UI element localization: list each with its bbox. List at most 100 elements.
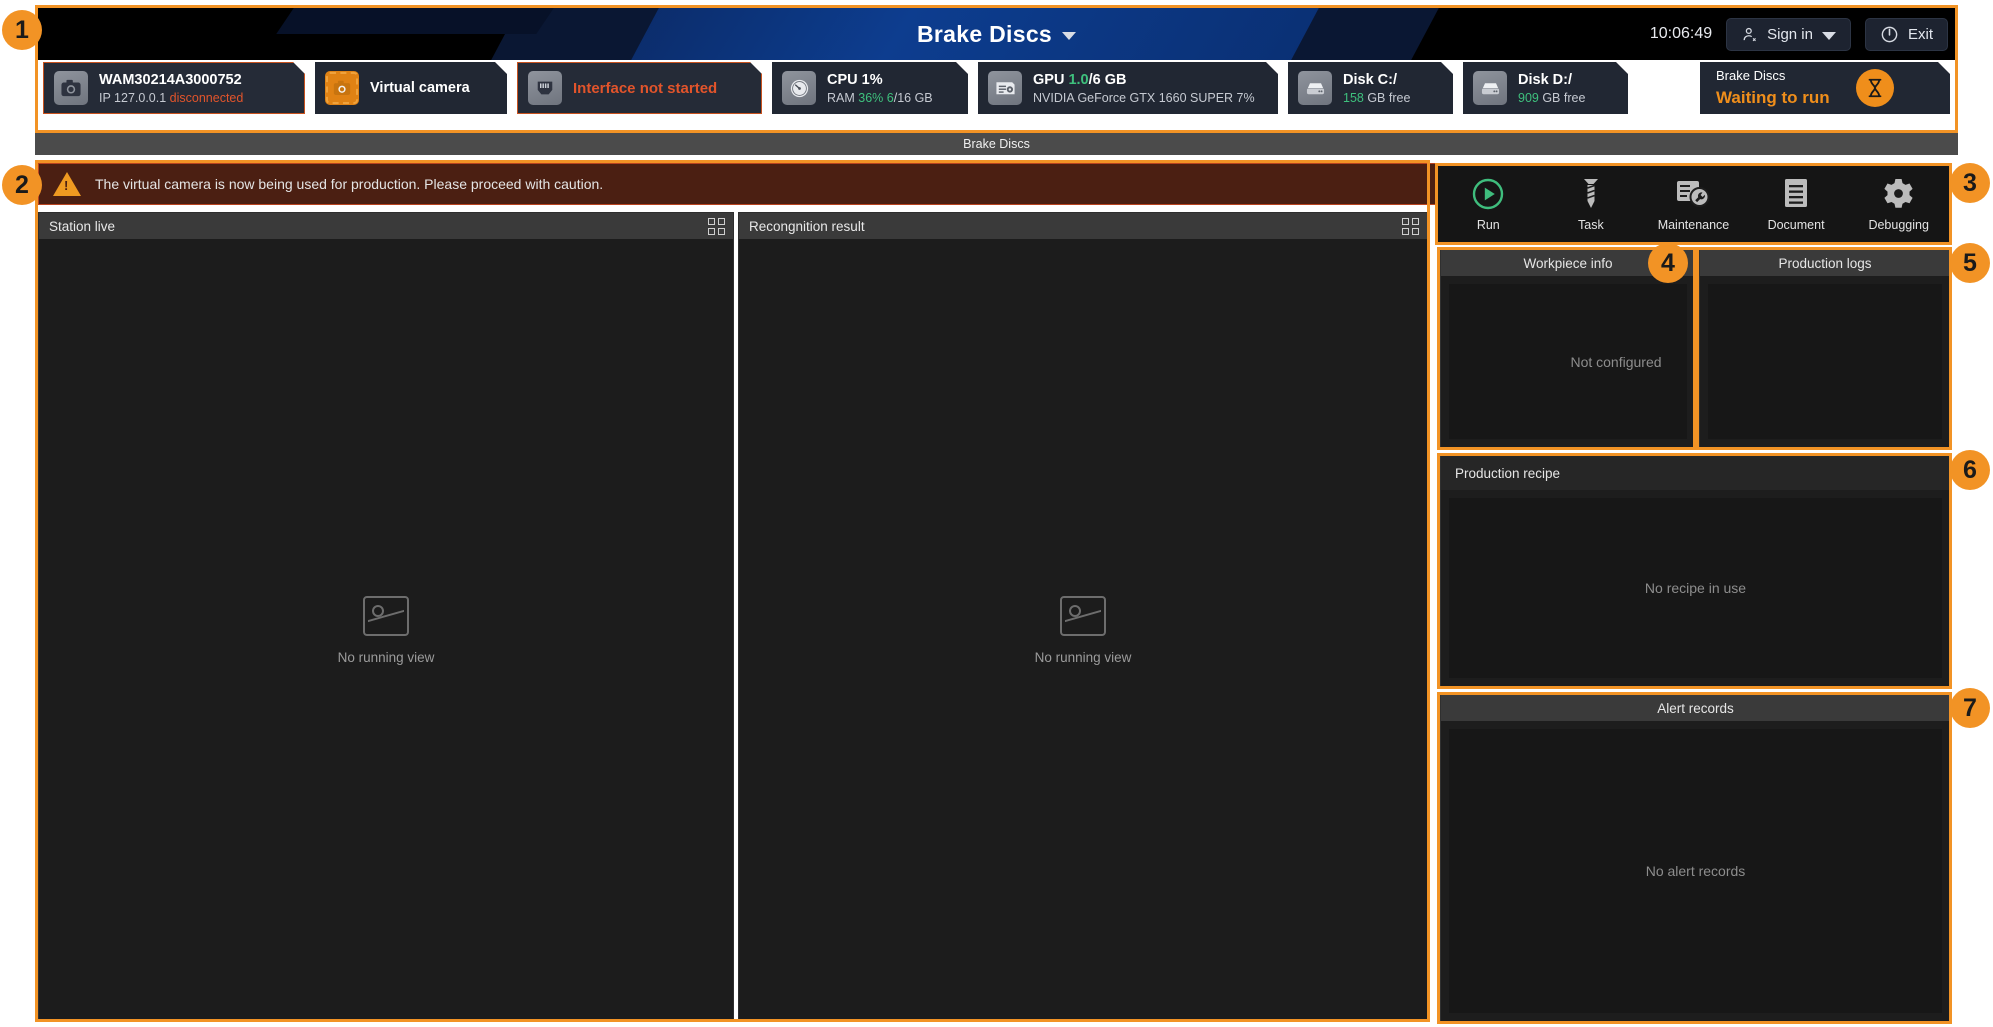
alert-records-body[interactable]: No alert records	[1449, 729, 1942, 1013]
document-icon	[1782, 177, 1810, 211]
status-card-disk-d[interactable]: Disk D:/ 909 GB free	[1463, 62, 1628, 114]
status-card-disk-c-text: Disk C:/ 158 GB free	[1343, 72, 1410, 105]
exit-label: Exit	[1907, 25, 1933, 43]
status-card-camera-text: WAM30214A3000752 IP 127.0.0.1 disconnect…	[99, 72, 243, 105]
status-card-gpu[interactable]: GPU 1.0/6 GB NVIDIA GeForce GTX 1660 SUP…	[978, 62, 1278, 114]
sign-in-label: Sign in	[1767, 25, 1813, 43]
gpu-memory-label: GPU 1.0/6 GB	[1033, 72, 1255, 88]
sign-in-chevron-down-icon[interactable]	[1821, 32, 1836, 40]
warning-text: The virtual camera is now being used for…	[95, 176, 604, 192]
production-logs-body[interactable]	[1708, 284, 1942, 439]
callout-5: 5	[1950, 243, 1990, 283]
interface-status-label: Interface not started	[573, 79, 718, 97]
header-actions: 10:06:49 Sign in Exit	[1650, 8, 1948, 60]
sign-in-button[interactable]: Sign in	[1726, 17, 1851, 51]
toolbar-item-debugging[interactable]: Debugging	[1847, 177, 1950, 232]
station-live-header: Station live	[39, 213, 733, 239]
page-title: Brake Discs	[917, 20, 1052, 47]
alert-records-title: Alert records	[1657, 700, 1734, 716]
application-window: Brake Discs 10:06:49 Sign in Exit WAM302…	[0, 0, 1993, 1027]
power-icon	[1881, 26, 1898, 42]
run-state-project: Brake Discs	[1716, 68, 1786, 83]
device-status-bar: WAM30214A3000752 IP 127.0.0.1 disconnect…	[43, 62, 1950, 114]
alert-records-header: Alert records	[1441, 695, 1950, 721]
callout-1: 1	[2, 10, 42, 50]
callout-2: 2	[2, 165, 42, 205]
virtual-camera-label: Virtual camera	[370, 80, 470, 96]
clock-label: 10:06:49	[1649, 25, 1713, 42]
production-logs-header: Production logs	[1700, 250, 1950, 276]
camera-serial: WAM30214A3000752	[99, 71, 242, 88]
callout-3: 3	[1950, 163, 1990, 203]
status-card-virtual-camera-text: Virtual camera	[370, 80, 470, 96]
ram-percent: 36%	[858, 90, 884, 105]
status-card-interface[interactable]: Interface not started	[517, 62, 762, 114]
status-card-virtual-camera[interactable]: Virtual camera	[315, 62, 507, 114]
gpu-model-label: NVIDIA GeForce GTX 1660 SUPER 7%	[1033, 90, 1255, 105]
production-recipe-body[interactable]: No recipe in use	[1449, 498, 1942, 678]
cpu-usage-label: CPU 1%	[827, 71, 883, 88]
workpiece-info-body[interactable]: Not configured	[1449, 284, 1687, 439]
virtual-camera-icon	[325, 71, 359, 105]
camera-icon	[54, 71, 88, 105]
station-live-empty-text: No running view	[337, 649, 435, 665]
image-placeholder-icon	[363, 595, 409, 636]
breadcrumb: Brake Discs	[35, 133, 1958, 155]
toolbar-item-maintenance[interactable]: Maintenance	[1642, 177, 1745, 232]
disk-icon	[1473, 71, 1507, 105]
recognition-result-header: Recongnition result	[739, 213, 1427, 239]
recognition-result-title: Recongnition result	[749, 218, 865, 234]
status-card-cpu-text: CPU 1% RAM 36% 6/16 GB	[827, 72, 933, 105]
recognition-result-viewport: Recongnition result No running view	[738, 212, 1428, 1022]
alert-records-panel: Alert records No alert records	[1440, 694, 1951, 1022]
toolbar-label-debugging: Debugging	[1868, 217, 1929, 232]
run-state-text: Brake Discs Waiting to run	[1716, 68, 1830, 108]
gear-icon	[1882, 177, 1915, 211]
recognition-result-empty-text: No running view	[1034, 649, 1132, 665]
ram-used: 6	[886, 90, 894, 105]
disk-c-free: 158 GB free	[1343, 91, 1410, 105]
status-card-disk-c[interactable]: Disk C:/ 158 GB free	[1288, 62, 1453, 114]
disk-c-free-unit: GB free	[1363, 90, 1411, 105]
production-logs-title: Production logs	[1778, 255, 1872, 271]
maintenance-wrench-icon	[1676, 177, 1710, 211]
status-card-camera[interactable]: WAM30214A3000752 IP 127.0.0.1 disconnect…	[43, 62, 305, 114]
ram-usage-label: RAM 36% 6/16 GB	[827, 91, 933, 105]
production-recipe-title: Production recipe	[1455, 465, 1561, 481]
toolbar-item-document[interactable]: Document	[1745, 177, 1848, 232]
station-live-body[interactable]: No running view	[39, 239, 733, 1021]
disk-d-free-value: 909	[1518, 90, 1539, 105]
exit-button[interactable]: Exit	[1864, 17, 1948, 51]
gpu-total: /6 GB	[1088, 71, 1127, 88]
recognition-result-body[interactable]: No running view	[739, 239, 1427, 1021]
status-card-cpu[interactable]: CPU 1% RAM 36% 6/16 GB	[772, 62, 968, 114]
run-state-card[interactable]: Brake Discs Waiting to run	[1700, 62, 1950, 114]
toolbar-label-document: Document	[1767, 217, 1825, 232]
station-live-viewport: Station live No running view	[38, 212, 734, 1022]
gpu-prefix: GPU	[1033, 71, 1069, 88]
disk-d-free: 909 GB free	[1518, 91, 1585, 105]
workpiece-info-title: Workpiece info	[1523, 255, 1613, 271]
screw-icon	[1576, 177, 1606, 211]
hourglass-icon	[1856, 69, 1894, 107]
ethernet-port-icon	[528, 71, 562, 105]
grid-layout-icon[interactable]	[708, 217, 725, 235]
title-bar: Brake Discs 10:06:49 Sign in Exit	[35, 8, 1958, 60]
toolbar-item-run[interactable]: Run	[1437, 177, 1540, 232]
disk-c-free-value: 158	[1343, 90, 1364, 105]
chevron-down-icon[interactable]	[1062, 32, 1076, 40]
callout-7: 7	[1950, 688, 1990, 728]
user-icon	[1743, 27, 1757, 41]
camera-ip-status: IP 127.0.0.1 disconnected	[99, 91, 243, 105]
alert-records-empty-text: No alert records	[1645, 863, 1746, 879]
production-recipe-empty-text: No recipe in use	[1644, 580, 1747, 596]
production-logs-panel: Production logs	[1699, 249, 1951, 448]
ram-prefix: RAM	[827, 90, 859, 105]
action-toolbar: Run Task Maintenance Document Debugging	[1437, 165, 1950, 243]
cpu-gauge-icon	[782, 71, 816, 105]
status-card-interface-text: Interface not started	[573, 80, 717, 97]
toolbar-item-task[interactable]: Task	[1540, 177, 1643, 232]
production-recipe-header: Production recipe	[1441, 456, 1950, 490]
status-card-disk-d-text: Disk D:/ 909 GB free	[1518, 72, 1585, 105]
grid-layout-icon[interactable]	[1402, 217, 1419, 235]
